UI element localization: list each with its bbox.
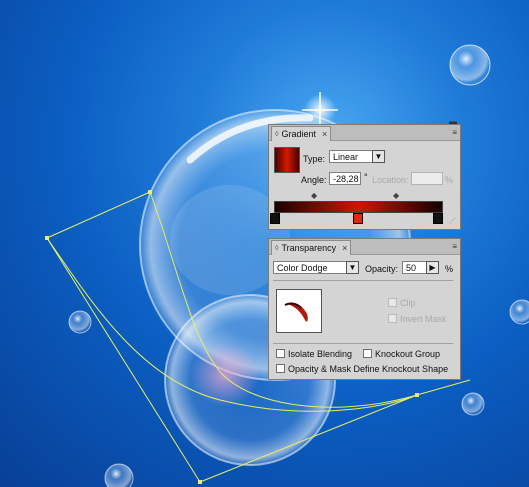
small-bubble	[104, 463, 134, 487]
clip-label: Clip	[400, 298, 416, 308]
object-thumbnail[interactable]	[276, 289, 322, 333]
gradient-tabbar: ◊ Gradient × ▬ ≡	[269, 117, 460, 141]
panel-diamond-icon: ◊	[275, 130, 279, 138]
chevron-down-icon[interactable]: ▼	[372, 150, 385, 163]
knockout-group-checkbox[interactable]	[363, 349, 372, 358]
type-label: Type:	[303, 154, 326, 164]
gradient-stop-left[interactable]	[270, 213, 280, 224]
chevron-down-icon[interactable]: ▼	[346, 261, 359, 274]
small-bubble	[461, 392, 485, 416]
gradient-stop-right[interactable]	[433, 213, 443, 224]
divider	[273, 343, 453, 344]
midpoint-diamond-icon[interactable]: ◆	[393, 191, 399, 200]
collapse-icon[interactable]: ▬	[449, 117, 457, 126]
small-bubble	[509, 299, 529, 325]
gradient-tab-label: Gradient	[281, 129, 316, 139]
knockout-group-label: Knockout Group	[375, 349, 441, 359]
brush-stroke-thumbnail	[284, 302, 308, 322]
panel-diamond-icon: ◊	[275, 244, 279, 252]
transparency-panel: ◊ Transparency × ≡ Color Dodge ▼ Opacity…	[268, 238, 461, 380]
anchor-point[interactable]	[45, 236, 49, 240]
tab-transparency[interactable]: ◊ Transparency ×	[271, 240, 352, 255]
location-unit: %	[445, 175, 454, 185]
transparency-tabbar: ◊ Transparency × ≡	[269, 239, 460, 255]
anchor-point[interactable]	[148, 190, 152, 194]
midpoint-diamond-icon[interactable]: ◆	[311, 191, 317, 200]
opacity-mask-label: Opacity & Mask Define Knockout Shape	[288, 364, 449, 374]
blend-mode-select[interactable]: Color Dodge	[273, 261, 348, 274]
panel-menu-icon[interactable]: ≡	[452, 242, 457, 251]
invert-mask-checkbox[interactable]	[388, 314, 397, 323]
clip-checkbox[interactable]	[388, 298, 397, 307]
divider	[273, 280, 453, 281]
angle-label: Angle:	[301, 175, 327, 185]
pink-glow	[190, 343, 260, 407]
small-bubble	[68, 310, 92, 334]
gradient-stop-middle[interactable]	[353, 213, 363, 224]
close-icon[interactable]: ×	[342, 243, 347, 253]
resize-grip-icon[interactable]: ⋰	[449, 217, 456, 225]
close-icon[interactable]: ×	[322, 129, 327, 139]
isolate-blending-checkbox[interactable]	[276, 349, 285, 358]
location-input[interactable]	[411, 172, 443, 185]
type-select[interactable]: Linear	[329, 150, 374, 163]
opacity-label: Opacity:	[365, 264, 399, 274]
angle-input[interactable]: -28,28	[329, 172, 361, 185]
gradient-panel: ◊ Gradient × ▬ ≡ Type: Linear ▼ Angle: -…	[268, 117, 461, 230]
isolate-blending-label: Isolate Blending	[288, 349, 353, 359]
anchor-point[interactable]	[415, 393, 419, 397]
opacity-stepper-icon[interactable]: ▶	[426, 261, 439, 274]
gradient-swatch[interactable]	[274, 147, 300, 173]
opacity-unit: %	[445, 264, 454, 274]
angle-unit: °	[364, 172, 368, 182]
opacity-mask-checkbox[interactable]	[276, 364, 285, 373]
tab-gradient[interactable]: ◊ Gradient ×	[271, 126, 332, 141]
opacity-input[interactable]: 50	[402, 261, 427, 274]
anchor-point[interactable]	[198, 480, 202, 484]
gradient-bar[interactable]	[274, 201, 443, 213]
location-label: Location:	[372, 175, 409, 185]
small-bubble	[449, 44, 491, 86]
panel-menu-icon[interactable]: ≡	[452, 128, 457, 137]
transparency-tab-label: Transparency	[281, 243, 337, 253]
invert-mask-label: Invert Mask	[400, 314, 447, 324]
